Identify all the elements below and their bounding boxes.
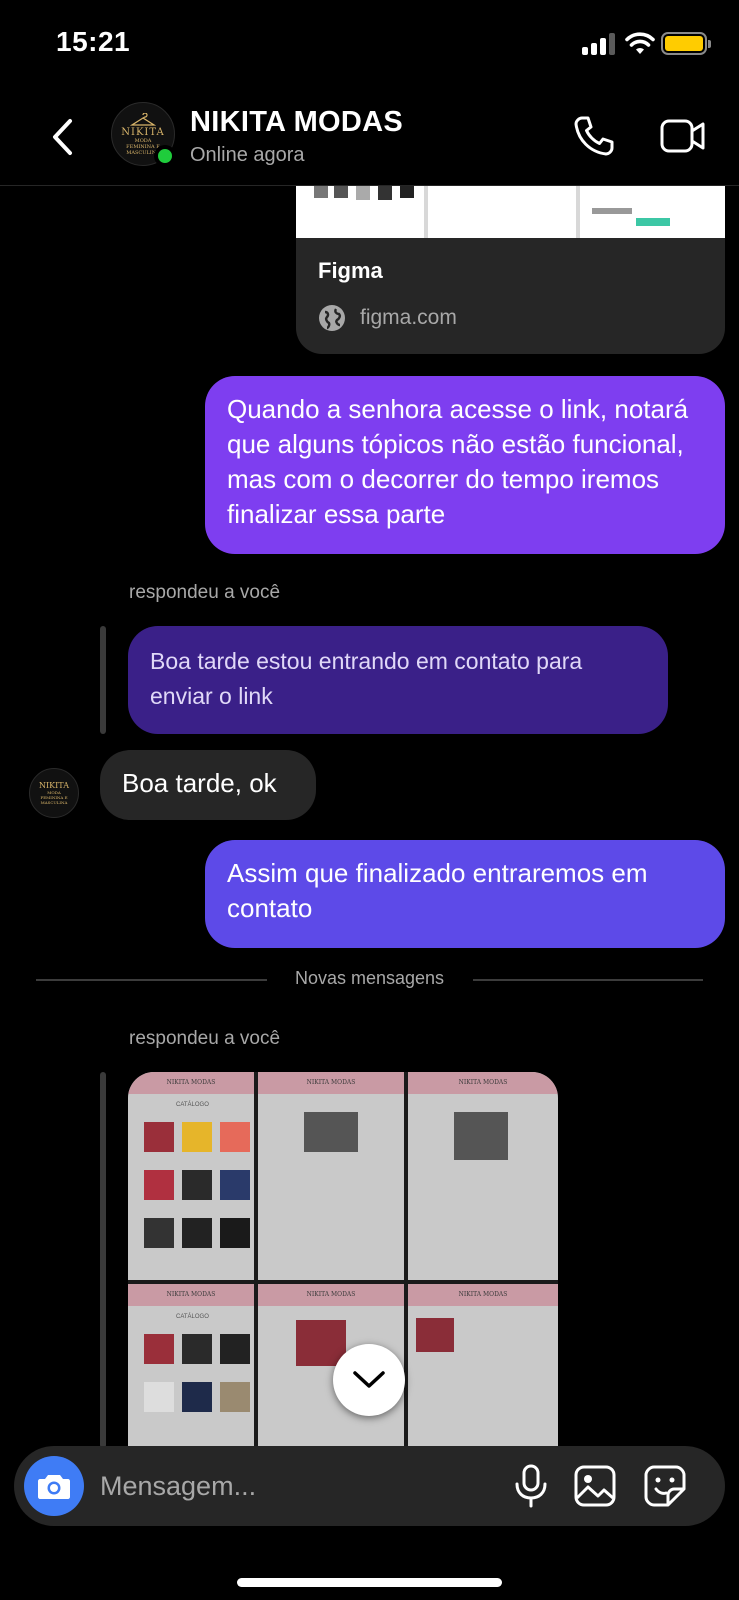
cellular-signal-icon (582, 33, 618, 55)
mockup-page: NIKITA MODAS (258, 1072, 404, 1280)
mockup-section-title: CATÁLOGO (176, 1314, 209, 1320)
mockup-page: NIKITA MODAS (408, 1072, 558, 1280)
camera-button[interactable] (24, 1456, 84, 1516)
hanger-logo-icon (130, 112, 156, 126)
mockup-header: NIKITA MODAS (128, 1284, 254, 1306)
back-icon[interactable] (44, 112, 84, 162)
mockup-page: NIKITA MODAS CATÁLOGO (128, 1072, 254, 1280)
status-time: 15:21 (56, 26, 131, 57)
mockup-page: NIKITA MODAS CATÁLOGO (128, 1284, 254, 1448)
gallery-icon[interactable] (574, 1465, 616, 1507)
status-bar: 15:21 (0, 0, 739, 90)
chevron-down-icon (353, 1371, 385, 1388)
link-preview-title: Figma (318, 258, 383, 283)
camera-icon (38, 1475, 70, 1499)
reply-quote-bar (100, 1072, 106, 1448)
mockup-page: NIKITA MODAS (408, 1284, 558, 1448)
online-indicator (154, 145, 176, 167)
globe-icon (319, 305, 345, 331)
new-messages-divider: Novas mensagens (294, 968, 445, 988)
message-incoming[interactable]: Boa tarde, ok (100, 750, 316, 820)
microphone-icon[interactable] (511, 1464, 551, 1508)
battery-icon (661, 32, 711, 55)
chat-header: NIKITA MODA FEMININA E MASCULINA NIKITA … (0, 90, 739, 186)
mockup-section-title: CATÁLOGO (176, 1102, 209, 1108)
video-camera-icon[interactable] (660, 116, 706, 156)
contact-name[interactable]: NIKITA MODAS (190, 106, 403, 139)
avatar-logo-text: NIKITA (39, 781, 69, 790)
sender-avatar[interactable]: NIKITA MODA FEMININA E MASCULINA (29, 768, 79, 818)
reply-label: respondeu a você (129, 1028, 281, 1049)
message-input[interactable] (100, 1464, 490, 1508)
wifi-icon (625, 32, 655, 54)
sticker-icon[interactable] (644, 1465, 686, 1507)
reply-quote-bar (100, 626, 106, 734)
quoted-message[interactable]: Boa tarde estou entrando em contato para… (128, 626, 668, 734)
home-indicator[interactable] (237, 1578, 502, 1587)
mockup-header: NIKITA MODAS (258, 1284, 404, 1306)
message-outgoing[interactable]: Quando a senhora acesse o link, notará q… (205, 376, 725, 554)
avatar-logo-subtext: MODA FEMININA E MASCULINA (40, 790, 68, 805)
reply-label: respondeu a você (129, 582, 281, 603)
message-composer (14, 1446, 725, 1526)
contact-status: Online agora (190, 144, 305, 166)
phone-icon[interactable] (572, 114, 616, 158)
avatar-logo-text: NIKITA (121, 126, 165, 138)
message-outgoing[interactable]: Assim que finalizado entraremos em conta… (205, 840, 725, 948)
mockup-header: NIKITA MODAS (258, 1072, 404, 1094)
mockup-header: NIKITA MODAS (128, 1072, 254, 1094)
scroll-to-bottom-button[interactable] (333, 1344, 405, 1416)
link-preview-domain: figma.com (360, 306, 457, 329)
mockup-header: NIKITA MODAS (408, 1284, 558, 1306)
mockup-header: NIKITA MODAS (408, 1072, 558, 1094)
